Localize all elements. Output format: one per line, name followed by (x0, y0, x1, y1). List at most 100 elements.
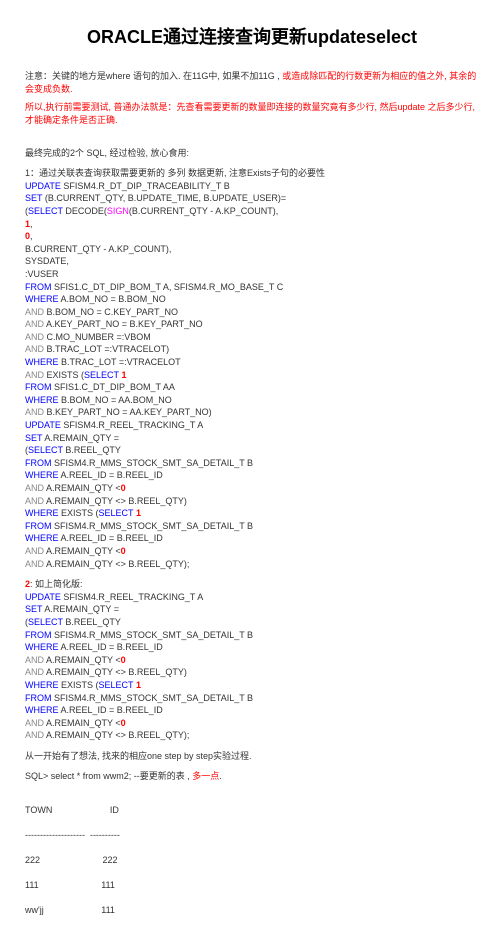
txt: B.BOM_NO = AA.BOM_NO (59, 395, 172, 405)
kw: WHERE (25, 533, 59, 543)
txt: (B.CURRENT_QTY, B.UPDATE_TIME, B.UPDATE_… (42, 193, 286, 203)
kw: FROM (25, 458, 52, 468)
kw: SET (25, 193, 42, 203)
txt: SFIS1.C_DT_DIP_BOM_T A, SFISM4.R_MO_BASE… (52, 282, 284, 292)
kw: WHERE (25, 357, 59, 367)
txt: B.TRAC_LOT =:VTRACELOT) (44, 344, 169, 354)
result-table: TOWN ID -------------------- ---------- … (25, 791, 479, 930)
txt: A.REEL_ID = B.REEL_ID (59, 642, 163, 652)
code-block-1: UPDATE SFISM4.R_DT_DIP_TRACEABILITY_T B … (25, 180, 479, 570)
num: 0 (121, 718, 126, 728)
kw: FROM (25, 693, 52, 703)
num: 0 (121, 483, 126, 493)
table-row: 222 222 (25, 854, 479, 867)
kw: AND (25, 718, 44, 728)
kw: AND (25, 344, 44, 354)
txt: , (30, 219, 33, 229)
kw: UPDATE (25, 420, 61, 430)
txt: A.REMAIN_QTY <> B.REEL_QTY); (44, 730, 189, 740)
txt: B.REEL_QTY (63, 445, 121, 455)
kw: WHERE (25, 642, 59, 652)
kw: WHERE (25, 470, 59, 480)
note1-prefix: 注意：关键的地方是where 语句的加入. 在11G中, 如果不加11G , (25, 71, 282, 81)
txt: A.REMAIN_QTY < (44, 546, 121, 556)
txt: A.REMAIN_QTY <> B.REEL_QTY) (44, 496, 187, 506)
kw: UPDATE (25, 592, 61, 602)
kw: SELECT (99, 680, 134, 690)
kw: AND (25, 332, 44, 342)
kw: SIGN (107, 206, 129, 216)
kw: WHERE (25, 508, 59, 518)
txt: SFISM4.R_DT_DIP_TRACEABILITY_T B (61, 181, 230, 191)
code-block-2: UPDATE SFISM4.R_REEL_TRACKING_T A SET A.… (25, 591, 479, 742)
kw: SET (25, 604, 42, 614)
table-header: TOWN ID (25, 804, 479, 817)
txt: (B.CURRENT_QTY - A.KP_COUNT), (129, 206, 278, 216)
kw: AND (25, 319, 44, 329)
txt: A.REMAIN_QTY = (42, 604, 119, 614)
table-separator: -------------------- ---------- (25, 829, 479, 842)
txt: C.MO_NUMBER =:VBOM (44, 332, 151, 342)
txt: A.REEL_ID = B.REEL_ID (59, 533, 163, 543)
num: 0 (121, 655, 126, 665)
kw: SELECT (28, 617, 63, 627)
kw: WHERE (25, 705, 59, 715)
section1-title: 最终完成的2个 SQL, 经过检验, 放心食用: (25, 147, 479, 160)
kw: WHERE (25, 395, 59, 405)
kw: SELECT (84, 370, 119, 380)
kw: AND (25, 483, 44, 493)
txt: DECODE( (63, 206, 107, 216)
txt: SFISM4.R_MMS_STOCK_SMT_SA_DETAIL_T B (52, 693, 254, 703)
note-line-2: 所以,执行前需要测试, 普通办法就是：先查看需要更新的数量即连接的数量究竟有多少… (25, 101, 479, 126)
txt: A.REMAIN_QTY <> B.REEL_QTY) (44, 667, 187, 677)
txt: SFISM4.R_REEL_TRACKING_T A (61, 592, 203, 602)
kw: AND (25, 546, 44, 556)
kw: SELECT (28, 206, 63, 216)
kw: AND (25, 667, 44, 677)
txt: EXISTS ( (59, 508, 99, 518)
txt: EXISTS ( (59, 680, 99, 690)
kw: AND (25, 496, 44, 506)
txt: : 如上简化版: (30, 579, 83, 589)
txt: A.REEL_ID = B.REEL_ID (59, 470, 163, 480)
note-line-1: 注意：关键的地方是where 语句的加入. 在11G中, 如果不加11G , 或… (25, 70, 479, 95)
kw: AND (25, 730, 44, 740)
txt: A.REMAIN_QTY = (42, 433, 119, 443)
txt: , (30, 231, 33, 241)
kw: FROM (25, 630, 52, 640)
txt: . (219, 771, 222, 781)
txt: B.TRAC_LOT =:VTRACELOT (59, 357, 181, 367)
txt: B.BOM_NO = C.KEY_PART_NO (44, 307, 178, 317)
kw: AND (25, 407, 44, 417)
section3-text: 从一开始有了想法, 找来的相应one step by step实验过程. (25, 750, 479, 763)
kw: AND (25, 655, 44, 665)
section2-title: 2: 如上简化版: (25, 578, 479, 591)
txt: A.REEL_ID = B.REEL_ID (59, 705, 163, 715)
txt: SFIS1.C_DT_DIP_BOM_T AA (52, 382, 175, 392)
txt: A.REMAIN_QTY <> B.REEL_QTY); (44, 559, 189, 569)
kw: UPDATE (25, 181, 61, 191)
kw: SELECT (99, 508, 134, 518)
txt: SQL> select * from wwm2; --要更新的表 , (25, 771, 192, 781)
kw: WHERE (25, 294, 59, 304)
txt: SFISM4.R_MMS_STOCK_SMT_SA_DETAIL_T B (52, 630, 254, 640)
txt: SFISM4.R_REEL_TRACKING_T A (61, 420, 203, 430)
kw: WHERE (25, 680, 59, 690)
txt: SYSDATE, (25, 256, 69, 266)
kw: SET (25, 433, 42, 443)
kw: SELECT (28, 445, 63, 455)
txt: B.KEY_PART_NO = AA.KEY_PART_NO) (44, 407, 212, 417)
txt: A.REMAIN_QTY < (44, 655, 121, 665)
txt: A.BOM_NO = B.BOM_NO (59, 294, 166, 304)
txt: 多一点 (192, 771, 219, 781)
txt: :VUSER (25, 269, 59, 279)
txt: B.REEL_QTY (63, 617, 121, 627)
num: 1 (134, 680, 142, 690)
kw: AND (25, 559, 44, 569)
table-row: ww'jj 111 (25, 904, 479, 917)
kw: FROM (25, 521, 52, 531)
txt: EXISTS ( (44, 370, 84, 380)
kw: FROM (25, 382, 52, 392)
kw: FROM (25, 282, 52, 292)
page-title: ORACLE通过连接查询更新updateselect (25, 25, 479, 50)
